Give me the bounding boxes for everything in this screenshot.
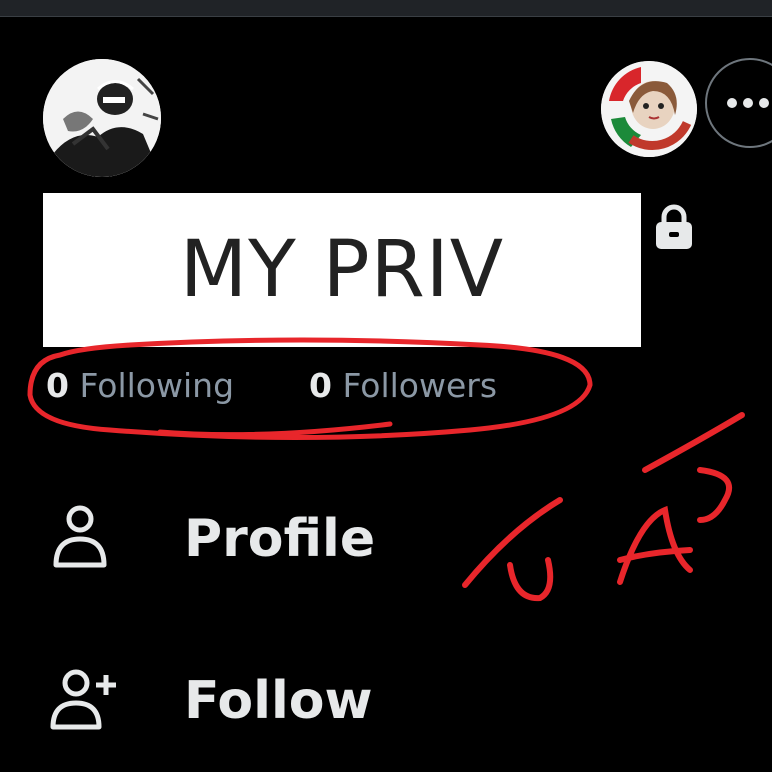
follow-stats: 0 Following 0 Followers: [0, 366, 600, 416]
annotation-letter-u-2: [697, 467, 733, 523]
annotation-underline: [157, 421, 393, 438]
person-icon: [53, 505, 107, 568]
more-options-button[interactable]: [705, 58, 772, 148]
display-name: MY PRIV: [179, 225, 505, 315]
annotation-slash-1: [462, 497, 563, 588]
ellipsis-icon-dot-2: [743, 98, 753, 108]
mini-avatar-illustration: [601, 61, 697, 157]
followers-stat[interactable]: 0 Followers: [309, 366, 497, 405]
followers-count: 0: [309, 366, 332, 405]
ellipsis-icon-dot-3: [759, 98, 769, 108]
person-add-icon: [50, 669, 116, 730]
menu-item-profile-label: Profile: [184, 509, 376, 569]
avatar-illustration: [43, 59, 161, 177]
following-label: Following: [79, 366, 235, 405]
browser-top-strip: [0, 0, 772, 17]
ellipsis-icon: [727, 98, 737, 108]
lock-icon: [656, 204, 692, 249]
profile-avatar[interactable]: [43, 59, 161, 177]
followers-label: Followers: [342, 366, 498, 405]
account-switcher-avatar[interactable]: [601, 61, 697, 157]
menu-item-profile[interactable]: Profile: [0, 495, 460, 585]
annotation-slash-2: [642, 412, 745, 473]
menu-item-follow-label: Follow: [184, 671, 373, 731]
annotation-letter-a: [617, 505, 693, 585]
following-stat[interactable]: 0 Following: [46, 366, 234, 405]
menu-item-follow[interactable]: Follow: [0, 653, 460, 743]
following-count: 0: [46, 366, 69, 405]
display-name-box: MY PRIV: [43, 193, 641, 347]
annotation-letter-u-1: [507, 557, 554, 602]
